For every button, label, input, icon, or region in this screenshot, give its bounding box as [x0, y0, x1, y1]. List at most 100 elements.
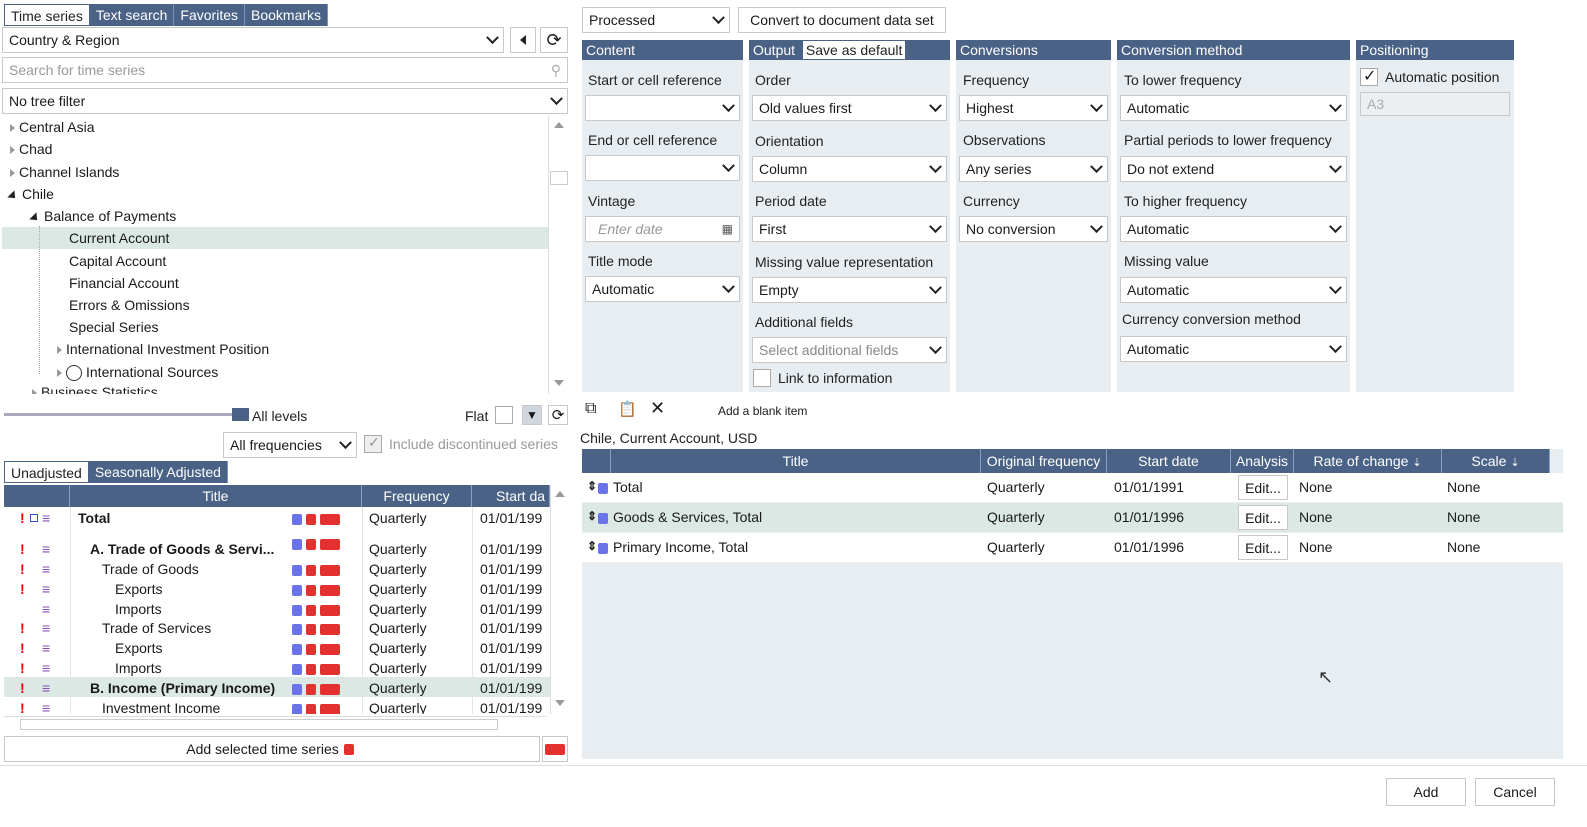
- table-row[interactable]: ! ≡ Investment Income Quarterly 01/01/199: [4, 700, 550, 714]
- drag-handle-icon[interactable]: ⇕: [587, 539, 597, 553]
- tree-item-special-series[interactable]: Special Series: [69, 319, 159, 335]
- add-icon[interactable]: [306, 683, 316, 695]
- order-dropdown[interactable]: Old values first: [752, 95, 947, 121]
- info-icon[interactable]: [292, 643, 302, 655]
- tree-item-business-statistics[interactable]: Business Statistics: [32, 384, 158, 394]
- header-start-date[interactable]: Start da: [472, 485, 550, 507]
- include-discontinued-checkbox[interactable]: ✓: [364, 434, 382, 453]
- back-button[interactable]: [510, 27, 536, 53]
- add-icon[interactable]: [306, 643, 316, 655]
- currency-method-dropdown[interactable]: Automatic: [1120, 336, 1347, 362]
- frequency-dropdown[interactable]: All frequencies: [223, 432, 357, 458]
- scroll-up-icon[interactable]: [554, 122, 564, 128]
- table-row[interactable]: ! ≡ Total Quarterly 01/01/199: [4, 510, 550, 528]
- header-title[interactable]: Title: [70, 485, 362, 507]
- start-input[interactable]: [585, 95, 740, 121]
- tab-text-search[interactable]: Text search: [89, 4, 175, 26]
- tab-time-series[interactable]: Time series: [4, 4, 90, 26]
- paste-icon[interactable]: 📋: [618, 400, 637, 418]
- flat-checkbox[interactable]: [495, 406, 513, 424]
- hscroll-thumb[interactable]: [20, 719, 498, 730]
- table-row[interactable]: ! ≡ Trade of Services Quarterly 01/01/199: [4, 620, 550, 638]
- link-checkbox[interactable]: [753, 369, 771, 387]
- info-icon[interactable]: [598, 479, 608, 495]
- partial-periods-dropdown[interactable]: Do not extend: [1120, 156, 1347, 182]
- copy-icon[interactable]: ⧉: [585, 400, 596, 418]
- add-icon[interactable]: [306, 584, 316, 596]
- selected-row[interactable]: ⇕ Goods & Services, Total Quarterly 01/01/1…: [582, 503, 1563, 533]
- cancel-button[interactable]: Cancel: [1475, 778, 1555, 806]
- edit-analysis-button[interactable]: Edit...: [1238, 475, 1288, 500]
- lower-frequency-dropdown[interactable]: Automatic: [1120, 95, 1347, 121]
- add-multiple-icon[interactable]: [320, 584, 340, 596]
- currency-dropdown[interactable]: No conversion: [959, 216, 1108, 242]
- add-multiple-icon[interactable]: [320, 564, 340, 576]
- drag-handle-icon[interactable]: ⇕: [587, 509, 597, 523]
- calendar-icon[interactable]: ▦: [722, 222, 733, 236]
- series-hscrollbar[interactable]: [4, 716, 546, 732]
- tab-favorites[interactable]: Favorites: [174, 4, 245, 26]
- info-icon[interactable]: [292, 683, 302, 695]
- additional-dropdown[interactable]: Select additional fields: [752, 337, 947, 363]
- save-default-button[interactable]: Save as default: [802, 41, 906, 59]
- table-row[interactable]: ! ≡ A. Trade of Goods & Servi... Quarterly 0…: [4, 538, 550, 559]
- tree-item-iip[interactable]: International Investment Position: [57, 341, 269, 357]
- scroll-thumb[interactable]: [550, 171, 568, 185]
- series-scrollbar[interactable]: [550, 485, 568, 714]
- tree-scrollbar[interactable]: [548, 116, 568, 394]
- table-row[interactable]: ≡ Imports Quarterly 01/01/199: [4, 601, 550, 619]
- add-multiple-icon[interactable]: [320, 604, 340, 616]
- tree-item-chad[interactable]: Chad: [10, 141, 52, 157]
- tree-filter-dropdown[interactable]: No tree filter: [2, 88, 568, 114]
- add-icon[interactable]: [306, 703, 316, 714]
- info-icon[interactable]: [598, 509, 608, 525]
- add-icon[interactable]: [306, 513, 316, 525]
- table-row[interactable]: ! ≡ Exports Quarterly 01/01/199: [4, 581, 550, 599]
- scroll-up-icon[interactable]: [555, 491, 565, 497]
- info-icon[interactable]: [292, 513, 302, 525]
- header-start-date[interactable]: Start date: [1107, 449, 1231, 473]
- tree-item-international-sources[interactable]: International Sources: [57, 364, 218, 382]
- header-frequency[interactable]: Frequency: [362, 485, 472, 507]
- auto-position-checkbox[interactable]: ✓: [1360, 68, 1378, 86]
- processed-dropdown[interactable]: Processed: [582, 7, 730, 33]
- tree-item-balance-of-payments[interactable]: Balance of Payments: [29, 208, 176, 224]
- add-icon[interactable]: [306, 623, 316, 635]
- tree-item-channel-islands[interactable]: Channel Islands: [10, 164, 119, 180]
- tree-item-chile[interactable]: Chile: [7, 186, 54, 202]
- region-dropdown[interactable]: Country & Region: [2, 27, 504, 53]
- tab-seasonally-adjusted[interactable]: Seasonally Adjusted: [88, 461, 228, 483]
- conv-frequency-dropdown[interactable]: Highest: [959, 95, 1108, 121]
- missing-dropdown[interactable]: Empty: [752, 277, 947, 303]
- table-row[interactable]: ! ≡ Exports Quarterly 01/01/199: [4, 640, 550, 658]
- header-original-frequency[interactable]: Original frequency: [981, 449, 1107, 473]
- sort-icon[interactable]: ⇣: [1510, 457, 1519, 469]
- tab-bookmarks[interactable]: Bookmarks: [245, 4, 329, 26]
- period-dropdown[interactable]: First: [752, 216, 947, 242]
- add-multiple-icon[interactable]: [320, 683, 340, 695]
- level-slider-thumb[interactable]: [232, 408, 249, 421]
- add-multiple-icon[interactable]: [320, 643, 340, 655]
- edit-analysis-button[interactable]: Edit...: [1238, 505, 1288, 530]
- cell-reference-input[interactable]: A3: [1360, 92, 1510, 116]
- missing-value-dropdown[interactable]: Automatic: [1120, 277, 1347, 303]
- add-icon[interactable]: [306, 604, 316, 616]
- search-input[interactable]: Search for time series ⚲: [2, 57, 568, 83]
- tree-item-current-account[interactable]: Current Account: [69, 230, 169, 246]
- info-icon[interactable]: [292, 703, 302, 714]
- table-row[interactable]: ! ≡ Trade of Goods Quarterly 01/01/199: [4, 561, 550, 579]
- convert-button[interactable]: Convert to document data set: [738, 7, 946, 33]
- info-icon[interactable]: [292, 604, 302, 616]
- info-icon[interactable]: [292, 564, 302, 576]
- header-title[interactable]: Title: [611, 449, 981, 473]
- refresh-button[interactable]: ⟳: [540, 27, 568, 53]
- add-multiple-icon[interactable]: [320, 703, 340, 714]
- add-icon[interactable]: [306, 538, 316, 550]
- table-row[interactable]: ! ≡ B. Income (Primary Income) Quarterly 01/…: [4, 680, 550, 698]
- add-selected-button[interactable]: Add selected time series: [4, 736, 540, 762]
- selected-row[interactable]: ⇕ Total Quarterly 01/01/1991 None None Edit...: [582, 473, 1563, 503]
- add-multiple-icon[interactable]: [320, 513, 340, 525]
- drag-handle-icon[interactable]: ⇕: [587, 479, 597, 493]
- add-blank-button[interactable]: Add a blank item: [718, 404, 807, 418]
- info-icon[interactable]: [292, 663, 302, 675]
